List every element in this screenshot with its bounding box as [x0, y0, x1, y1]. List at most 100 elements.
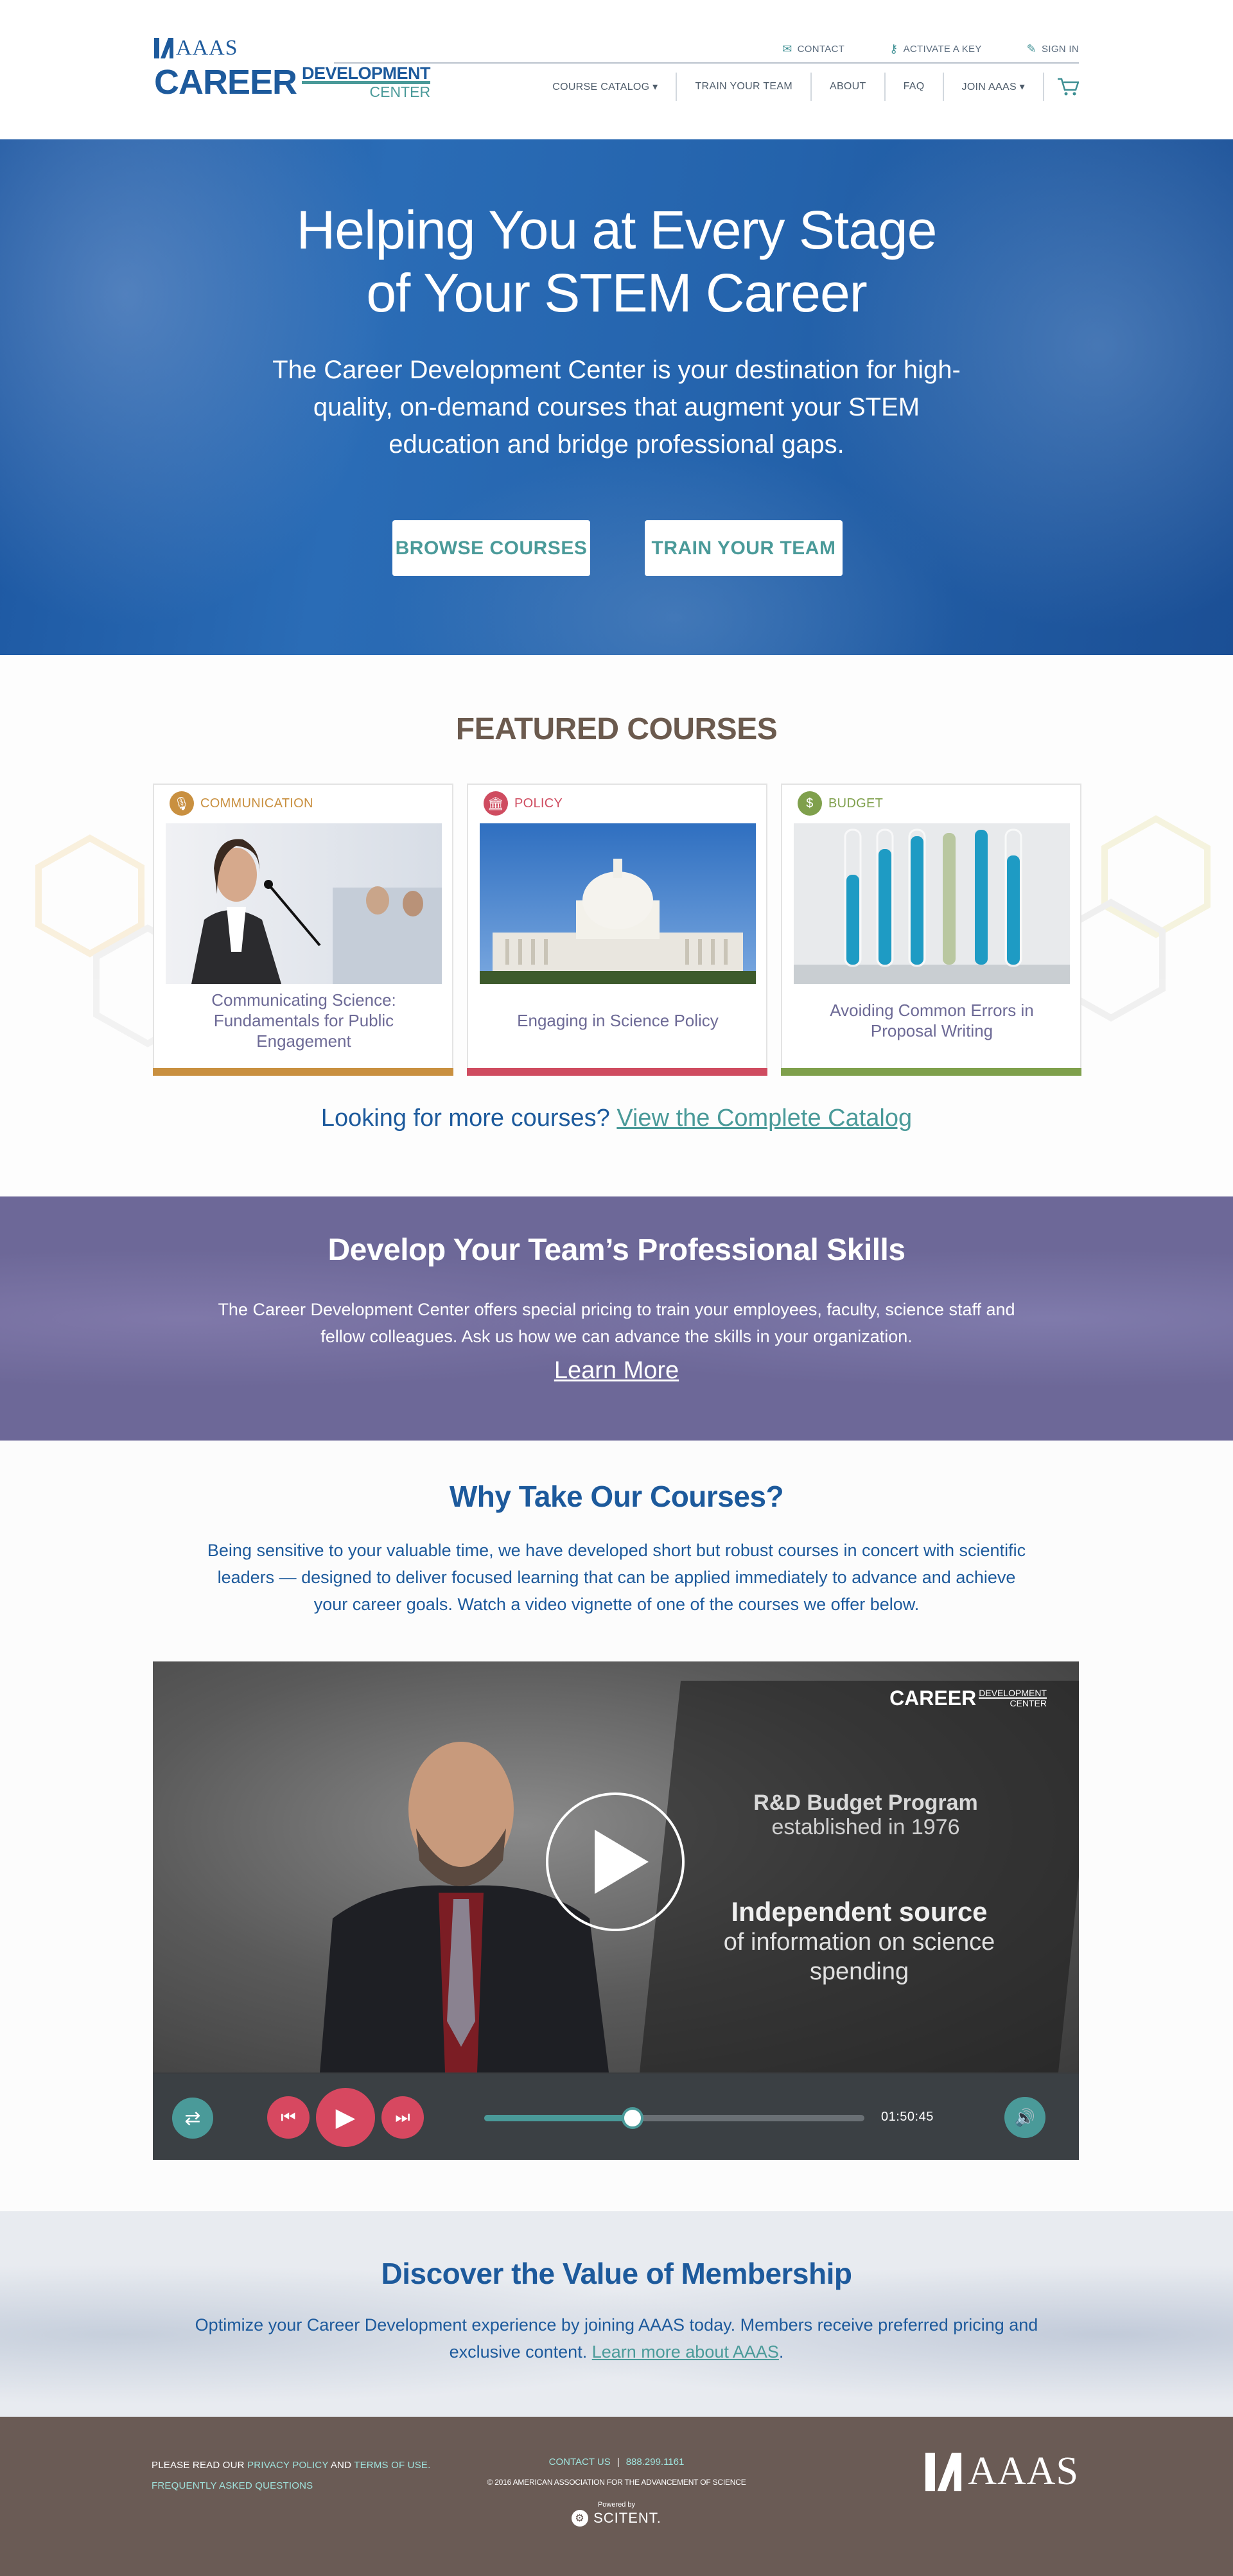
key-icon: ⚷	[889, 42, 898, 55]
course-category: 🎙 COMMUNICATION	[170, 791, 313, 816]
train-your-team-button[interactable]: TRAIN YOUR TEAM	[645, 520, 843, 576]
why-heading: Why Take Our Courses?	[449, 1480, 784, 1513]
video-caption-established: established in 1976	[771, 1815, 960, 1839]
logo-career-text: CAREER	[154, 63, 297, 101]
please-read-text: PLEASE READ OUR	[152, 2460, 245, 2471]
aaas-logo[interactable]: AAAS	[154, 36, 238, 60]
course-category: 🏛 POLICY	[484, 791, 563, 816]
aaas-mark-icon	[154, 38, 173, 58]
previous-icon[interactable]: ⏮	[267, 2096, 310, 2139]
video-career-logo: CAREER DEVELOPMENT CENTER	[889, 1688, 1047, 1708]
video-caption-information: of information on science spending	[723, 1929, 995, 1985]
capitol-building-icon: 🏛	[484, 791, 508, 816]
team-heading: Develop Your Team’s Professional Skills	[328, 1233, 905, 1267]
privacy-policy-link[interactable]: PRIVACY POLICY	[247, 2460, 328, 2471]
and-text: AND	[330, 2460, 352, 2471]
learn-more-aaas-link[interactable]: Learn more about AAAS	[592, 2342, 779, 2361]
browse-courses-button[interactable]: BROWSE COURSES	[392, 520, 590, 576]
hero-title-line2: of Your STEM Career	[366, 263, 867, 323]
video-logo-development: DEVELOPMENT	[979, 1688, 1047, 1698]
sign-in-label: SIGN IN	[1042, 44, 1079, 55]
footer-legal: PLEASE READ OUR PRIVACY POLICY AND TERMS…	[152, 2455, 431, 2496]
course-category: $ BUDGET	[798, 791, 883, 816]
contact-us-link[interactable]: CONTACT US	[549, 2457, 611, 2467]
powered-by-text: Powered by	[597, 2501, 636, 2509]
utility-nav: ✉ CONTACT ⚷ ACTIVATE A KEY ✎ SIGN IN	[782, 42, 1079, 56]
scitent-wordmark: SCITENT.	[593, 2510, 661, 2526]
hero-title: Helping You at Every Stage of Your STEM …	[231, 198, 1002, 324]
course-title: Communicating Science: Fundamentals for …	[211, 990, 396, 1051]
course-title: Avoiding Common Errors in Proposal Writi…	[830, 1001, 1034, 1040]
hero-text: The Career Development Center is your de…	[272, 356, 961, 459]
site-header: AAAS CAREER DEVELOPMENT CENTER ✉ CONTACT…	[0, 0, 1233, 139]
shuffle-icon[interactable]: ⇄	[172, 2098, 213, 2139]
team-text: The Career Development Center offers spe…	[218, 1300, 1015, 1346]
video-logo-center: CENTER	[979, 1697, 1047, 1708]
video-overlay-panel	[639, 1681, 1079, 2072]
activate-key-label: ACTIVATE A KEY	[903, 44, 982, 55]
membership-section: Discover the Value of Membership Optimiz…	[0, 2211, 1233, 2417]
video-play-overlay-icon[interactable]	[546, 1792, 685, 1931]
hero-title-line1: Helping You at Every Stage	[296, 200, 938, 260]
dollar-icon: $	[798, 791, 822, 816]
site-footer: PLEASE READ OUR PRIVACY POLICY AND TERMS…	[0, 2417, 1233, 2576]
contact-label: CONTACT	[797, 44, 845, 55]
course-image-test-tubes	[794, 823, 1070, 984]
course-image-capitol	[480, 823, 756, 984]
play-icon[interactable]: ▶	[316, 2088, 375, 2147]
membership-paragraph: Optimize your Career Development experie…	[180, 2311, 1053, 2365]
cart-icon[interactable]	[1043, 73, 1079, 101]
video-caption-independent: Independent source	[731, 1897, 988, 1927]
activate-key-link[interactable]: ⚷ ACTIVATE A KEY	[889, 42, 982, 56]
membership-heading: Discover the Value of Membership	[381, 2257, 852, 2290]
course-title: Engaging in Science Policy	[517, 1011, 719, 1030]
faq-link[interactable]: FREQUENTLY ASKED QUESTIONS	[152, 2480, 313, 2491]
hero-banner: Helping You at Every Stage of Your STEM …	[0, 139, 1233, 655]
main-nav: COURSE CATALOG ▾ TRAIN YOUR TEAM ABOUT F…	[534, 71, 1079, 103]
header-divider	[334, 62, 1079, 64]
volume-icon[interactable]: 🔊	[1004, 2097, 1045, 2138]
video-progress-handle[interactable]	[621, 2107, 643, 2129]
course-image-speaker	[166, 823, 442, 984]
video-time: 01:50:45	[881, 2110, 934, 2124]
more-courses-line: Looking for more courses? View the Compl…	[0, 1105, 1233, 1132]
nav-train-your-team[interactable]: TRAIN YOUR TEAM	[676, 73, 810, 101]
video-progress-bar[interactable]	[484, 2107, 864, 2129]
envelope-icon: ✉	[782, 42, 792, 55]
nav-join-aaas[interactable]: JOIN AAAS ▾	[942, 73, 1043, 101]
career-development-center-logo[interactable]: CAREER DEVELOPMENT CENTER	[154, 63, 431, 101]
aaas-wordmark: AAAS	[176, 36, 238, 60]
contact-link[interactable]: ✉ CONTACT	[782, 42, 844, 56]
sign-in-link[interactable]: ✎ SIGN IN	[1027, 42, 1079, 56]
featured-courses-section: FEATURED COURSES 🎙 COMMUNICATION Communi…	[0, 655, 1233, 1196]
microphone-icon: 🎙	[170, 791, 194, 816]
course-card-budget[interactable]: $ BUDGET Avoiding Common Errors in Propo…	[781, 784, 1081, 1076]
terms-of-use-link[interactable]: TERMS OF USE.	[354, 2460, 430, 2471]
video-logo-career: CAREER	[889, 1687, 977, 1710]
footer-aaas-logo[interactable]: AAAS	[925, 2449, 1079, 2494]
logo-center-text: CENTER	[302, 81, 431, 100]
nav-faq[interactable]: FAQ	[884, 73, 943, 101]
more-courses-text: Looking for more courses?	[320, 1105, 610, 1132]
card-accent-bar	[467, 1068, 767, 1076]
pencil-icon: ✎	[1026, 42, 1037, 55]
next-icon[interactable]: ⏭	[381, 2096, 424, 2139]
video-player[interactable]: CAREER DEVELOPMENT CENTER R&D Budget Pro…	[153, 1661, 1079, 2160]
nav-course-catalog[interactable]: COURSE CATALOG ▾	[534, 73, 676, 101]
scitent-logo[interactable]: ⚙ SCITENT.	[475, 2510, 758, 2527]
why-courses-section: Why Take Our Courses? Being sensitive to…	[0, 1441, 1233, 2211]
featured-heading: FEATURED COURSES	[455, 712, 778, 746]
category-label: POLICY	[514, 796, 563, 810]
footer-contact: CONTACT US | 888.299.1161 © 2016 AMERICAN …	[475, 2457, 758, 2527]
team-skills-section: Develop Your Team’s Professional Skills …	[0, 1196, 1233, 1441]
video-progress-fill	[484, 2115, 633, 2121]
view-catalog-link[interactable]: View the Complete Catalog	[616, 1105, 912, 1132]
course-card-communication[interactable]: 🎙 COMMUNICATION Communicating Science: F…	[153, 784, 453, 1076]
video-caption-program: R&D Budget Program	[753, 1791, 978, 1815]
course-card-policy[interactable]: 🏛 POLICY Engaging in Science Policy	[467, 784, 767, 1076]
learn-more-link[interactable]: Learn More	[0, 1357, 1233, 1385]
category-label: BUDGET	[828, 796, 884, 810]
nav-about[interactable]: ABOUT	[810, 73, 884, 101]
phone-link[interactable]: 888.299.1161	[626, 2457, 685, 2467]
copyright: © 2016 AMERICAN ASSOCIATION FOR THE ADVA…	[487, 2478, 746, 2487]
